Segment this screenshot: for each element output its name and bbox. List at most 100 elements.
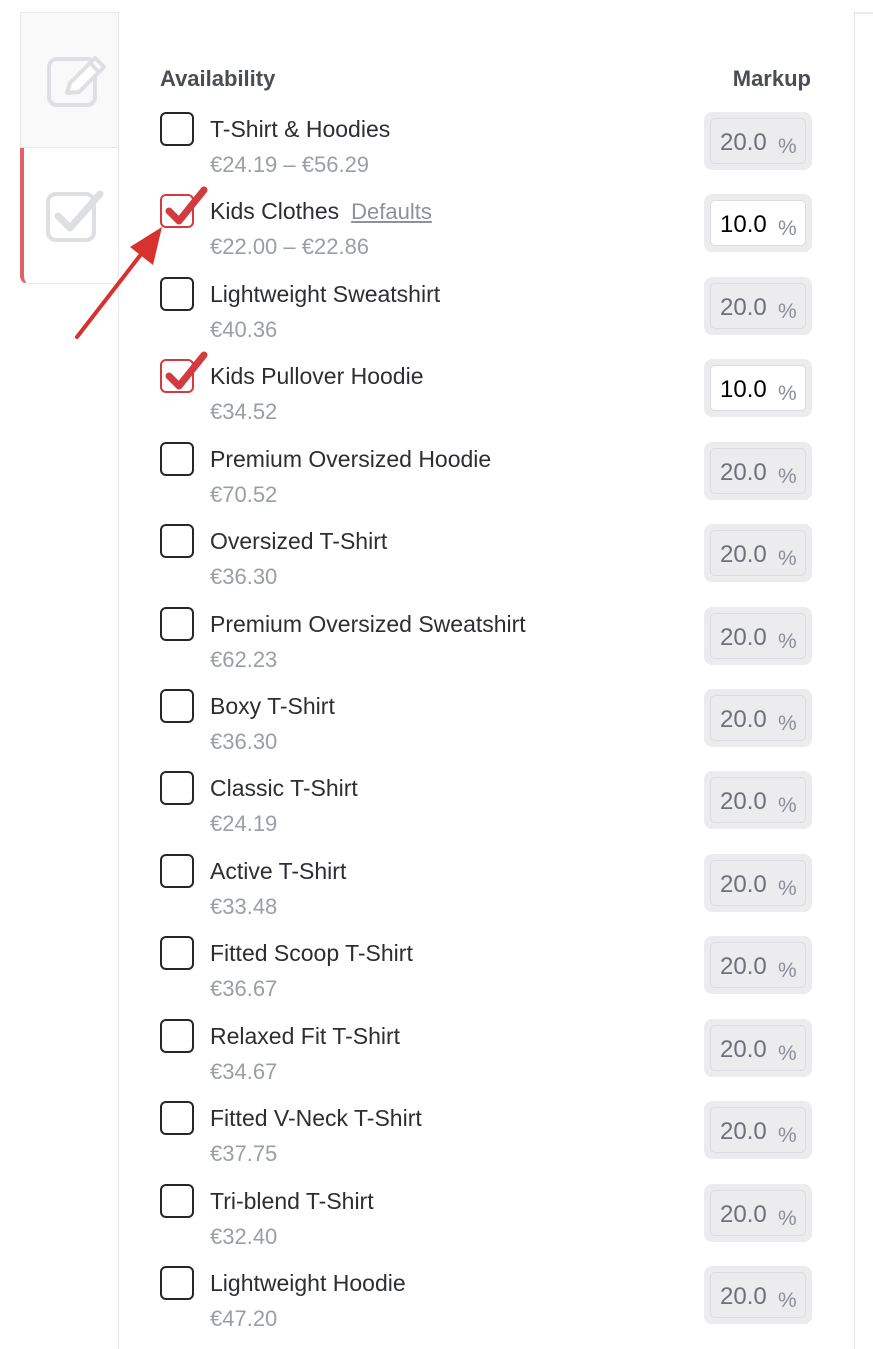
checkmark-icon — [165, 186, 208, 225]
availability-checkbox[interactable] — [160, 1019, 194, 1053]
product-name-label: Kids Clothes — [210, 198, 340, 224]
markup-value: 10.0 — [720, 376, 767, 403]
markup-field[interactable]: 20.0% — [704, 607, 812, 665]
product-price: €34.67 — [210, 1059, 278, 1084]
availability-checkbox[interactable] — [160, 1184, 194, 1218]
availability-checkbox[interactable] — [160, 854, 194, 888]
markup-field[interactable]: 20.0% — [704, 442, 812, 500]
markup-field[interactable]: 20.0% — [704, 1266, 812, 1324]
product-row: T-Shirt & Hoodies €24.19 – €56.29 20.0% — [160, 112, 812, 194]
product-name: Oversized T-Shirt — [210, 528, 387, 555]
availability-checkbox[interactable] — [160, 689, 194, 723]
markup-value: 20.0 — [720, 1201, 767, 1228]
markup-field[interactable]: 20.0% — [704, 689, 812, 747]
product-name-label: Boxy T-Shirt — [210, 693, 335, 719]
product-price: €36.67 — [210, 976, 278, 1001]
product-name: Tri-blend T-Shirt — [210, 1188, 374, 1215]
product-row: Lightweight Hoodie €47.20 20.0% — [160, 1266, 812, 1348]
product-row: Premium Oversized Hoodie €70.52 20.0% — [160, 442, 812, 524]
product-price: €36.30 — [210, 729, 278, 754]
markup-field[interactable]: 20.0% — [704, 1184, 812, 1242]
tab-edit[interactable] — [20, 12, 118, 148]
markup-input[interactable]: 20.0% — [710, 283, 806, 329]
markup-input[interactable]: 20.0% — [710, 1025, 806, 1071]
markup-input[interactable]: 10.0% — [710, 365, 806, 411]
markup-input[interactable]: 20.0% — [710, 695, 806, 741]
product-price: €70.52 — [210, 482, 278, 507]
product-name: Fitted Scoop T-Shirt — [210, 940, 413, 967]
product-name-label: Premium Oversized Sweatshirt — [210, 611, 526, 637]
percent-unit: % — [778, 217, 797, 240]
markup-field[interactable]: 20.0% — [704, 1101, 812, 1159]
markup-value: 20.0 — [720, 706, 767, 733]
product-name-label: Tri-blend T-Shirt — [210, 1188, 374, 1214]
markup-input[interactable]: 20.0% — [710, 1107, 806, 1153]
markup-input[interactable]: 20.0% — [710, 1190, 806, 1236]
product-row: Kids Pullover Hoodie €34.52 10.0% — [160, 351, 812, 441]
product-name-label: Classic T-Shirt — [210, 775, 358, 801]
product-name: Lightweight Sweatshirt — [210, 281, 440, 308]
percent-unit: % — [778, 1207, 797, 1230]
product-price: €47.20 — [210, 1306, 278, 1331]
markup-input[interactable]: 20.0% — [710, 613, 806, 659]
availability-checkbox[interactable] — [160, 351, 208, 393]
markup-value: 20.0 — [720, 1036, 767, 1063]
markup-value: 10.0 — [720, 211, 767, 238]
product-row: Relaxed Fit T-Shirt €34.67 20.0% — [160, 1019, 812, 1101]
markup-field[interactable]: 10.0% — [704, 359, 812, 417]
product-price: €37.75 — [210, 1141, 278, 1166]
product-name-label: Relaxed Fit T-Shirt — [210, 1023, 401, 1049]
markup-input[interactable]: 20.0% — [710, 118, 806, 164]
availability-checkbox[interactable] — [160, 936, 194, 970]
markup-input[interactable]: 20.0% — [710, 860, 806, 906]
markup-input[interactable]: 20.0% — [710, 530, 806, 576]
markup-value: 20.0 — [720, 871, 767, 898]
availability-checkbox[interactable] — [160, 771, 194, 805]
availability-checkbox[interactable] — [160, 112, 194, 146]
percent-unit: % — [778, 547, 797, 570]
product-name-label: Oversized T-Shirt — [210, 528, 388, 554]
markup-field[interactable]: 20.0% — [704, 854, 812, 912]
markup-field[interactable]: 20.0% — [704, 1019, 812, 1077]
availability-checkbox[interactable] — [160, 186, 208, 228]
product-name-label: Lightweight Hoodie — [210, 1270, 406, 1296]
markup-field[interactable]: 20.0% — [704, 524, 812, 582]
product-name: Classic T-Shirt — [210, 775, 358, 802]
markup-value: 20.0 — [720, 541, 767, 568]
markup-input[interactable]: 20.0% — [710, 448, 806, 494]
product-name: Active T-Shirt — [210, 858, 346, 885]
percent-unit: % — [778, 794, 797, 817]
markup-header: Markup — [732, 66, 811, 91]
markup-input[interactable]: 20.0% — [710, 942, 806, 988]
defaults-link[interactable]: Defaults — [351, 199, 432, 224]
product-row: Fitted Scoop T-Shirt €36.67 20.0% — [160, 936, 812, 1018]
percent-unit: % — [778, 300, 797, 323]
product-row: Boxy T-Shirt €36.30 20.0% — [160, 689, 812, 771]
availability-checkbox[interactable] — [160, 1101, 194, 1135]
product-price: €36.30 — [210, 564, 278, 589]
availability-checkbox[interactable] — [160, 442, 194, 476]
product-name: Fitted V-Neck T-Shirt — [210, 1105, 422, 1132]
percent-unit: % — [778, 1124, 797, 1147]
availability-checkbox[interactable] — [160, 607, 194, 641]
markup-field[interactable]: 20.0% — [704, 277, 812, 335]
markup-input[interactable]: 10.0% — [710, 200, 806, 246]
markup-value: 20.0 — [720, 1283, 767, 1310]
product-row: Active T-Shirt €33.48 20.0% — [160, 854, 812, 936]
markup-field[interactable]: 20.0% — [704, 936, 812, 994]
markup-field[interactable]: 20.0% — [704, 112, 812, 170]
availability-checkbox[interactable] — [160, 1266, 194, 1300]
markup-input[interactable]: 20.0% — [710, 777, 806, 823]
markup-input[interactable]: 20.0% — [710, 1272, 806, 1318]
markup-field[interactable]: 10.0% — [704, 194, 812, 252]
percent-unit: % — [778, 1289, 797, 1312]
availability-checkbox[interactable] — [160, 524, 194, 558]
percent-unit: % — [778, 465, 797, 488]
markup-field[interactable]: 20.0% — [704, 771, 812, 829]
product-price: €24.19 — [210, 811, 278, 836]
product-row: Fitted V-Neck T-Shirt €37.75 20.0% — [160, 1101, 812, 1183]
markup-value: 20.0 — [720, 129, 767, 156]
product-name-label: Kids Pullover Hoodie — [210, 363, 424, 389]
percent-unit: % — [778, 135, 797, 158]
product-row: Classic T-Shirt €24.19 20.0% — [160, 771, 812, 853]
